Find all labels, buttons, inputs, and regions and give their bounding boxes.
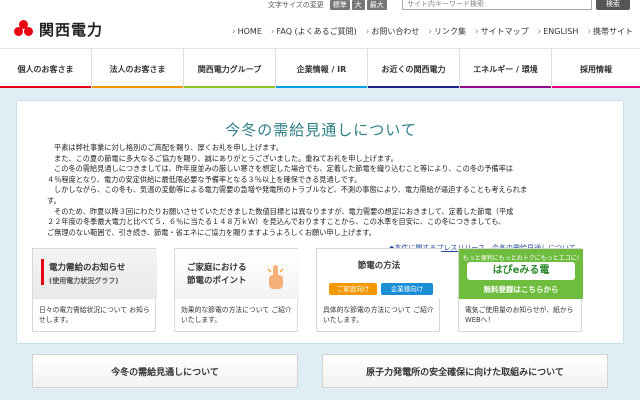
font-size-switcher: 文字サイズの変更 標準 大 最大: [268, 0, 389, 10]
search-input[interactable]: サイト内キーワード検索: [402, 0, 592, 10]
util-link-faq[interactable]: FAQ (よくあるご質問): [271, 26, 357, 37]
notice-paragraph: 平素は弊社事業に対し格別のご高配を賜り、厚くお礼を申し上げます。: [54, 143, 283, 152]
hapie-logo: はぴeみる電: [467, 262, 575, 280]
notice-paragraph: また、この夏の節電に多大なるご協力を賜り、誠にありがとうございました。重ねてお礼…: [54, 153, 398, 163]
gnav-local-office[interactable]: お近くの関西電力: [368, 49, 460, 89]
card-hapie-desc: 電気ご使用量のお知らせが、紙からWEBへ！: [465, 306, 574, 324]
gnav-energy-environment[interactable]: エネルギー / 環境: [460, 49, 552, 89]
card-power-supply-desc: 日々の電力需給状況について お知らせします。: [39, 306, 150, 324]
util-link-home[interactable]: HOME: [232, 26, 262, 37]
accent-bar: [41, 259, 44, 285]
tab-nuclear-safety[interactable]: 原子力発電所の安全確保に向けた取組みについて: [322, 354, 608, 388]
util-link-contact[interactable]: お問い合わせ: [366, 26, 419, 37]
site-logo[interactable]: 関西電力: [14, 19, 103, 40]
card-home-saving-banner[interactable]: ご家庭における 節電のポイント: [175, 249, 299, 299]
gnav-group[interactable]: 関西電力グループ: [184, 49, 276, 89]
gnav-individual[interactable]: 個人のお客さま: [0, 49, 92, 89]
util-link-links[interactable]: リンク集: [428, 26, 466, 37]
global-nav: 個人のお客さま 法人のお客さま 関西電力グループ 企業情報 / IR お近くの関…: [0, 48, 640, 89]
card-power-supply-title: 電力需給のお知らせ: [49, 263, 126, 273]
hapie-register-cta[interactable]: 無料登録はこちらから: [459, 284, 583, 295]
notice-paragraph: す。: [47, 195, 61, 205]
gnav-corporate[interactable]: 法人のお客さま: [92, 49, 184, 89]
util-link-sitemap[interactable]: サイトマップ: [475, 26, 529, 37]
card-home-saving-title-2: 節電のポイント: [187, 276, 247, 286]
notice-paragraph: ２２年度の冬季最大電力と比べて５．６％に当たる１４８万ｋＷ）を見込んでおりますこ…: [47, 217, 506, 227]
card-power-supply-banner[interactable]: 電力需給のお知らせ (使用電力状況グラフ): [33, 249, 157, 299]
gnav-careers[interactable]: 採用情報: [552, 49, 640, 89]
font-size-max-button[interactable]: 最大: [366, 0, 387, 10]
card-saving-method-title: 節電の方法: [357, 261, 401, 271]
notice-paragraph: ４％程度となり、電力の安定供給に最低限必要な予備率となる３％以上を確保できる見通…: [47, 174, 362, 184]
card-saving-method-banner: 節電の方法 ご家庭向け 企業様向け: [317, 249, 441, 299]
main-content: 今冬の需給見通しについて 平素は弊社事業に対し格別のご高配を賜り、厚くお礼を申し…: [0, 88, 640, 400]
pointing-hand-icon: [267, 263, 284, 289]
home-method-button[interactable]: ご家庭向け: [329, 283, 377, 295]
card-saving-method-desc: 具体的な節電の方法について ご紹介いたします。: [323, 306, 434, 324]
card-home-saving-desc: 効果的な節電の方法について ご紹介いたします。: [181, 306, 292, 324]
notice-title: 今冬の需給見通しについて: [225, 121, 417, 139]
notice-paragraph: しかしながら、この冬も、気温の変動等による電力需要の急増や発電所のトラブルなど、…: [54, 185, 528, 195]
notice-paragraph: この冬の需給見通しにつきましては、昨年度並みの厳しい寒さを想定した場合でも、定着…: [54, 164, 513, 174]
card-hapie-banner[interactable]: もっと便利にもっとおトクにもっとエコに! はぴeみる電 無料登録はこちらから: [459, 249, 583, 299]
util-link-english[interactable]: ENGLISH: [538, 26, 578, 37]
notice-paragraph: ご無理のない範囲で、引き続き、節電・省エネにご協力を賜りますようよろしくお願い申…: [47, 227, 376, 237]
font-size-label: 文字サイズの変更: [268, 1, 324, 9]
logo-text: 関西電力: [39, 21, 104, 39]
card-home-saving-title-1: ご家庭における: [187, 263, 247, 273]
gnav-company-ir[interactable]: 企業情報 / IR: [276, 49, 368, 89]
card-power-supply-subtitle: (使用電力状況グラフ): [49, 277, 119, 285]
search-button[interactable]: 検索: [596, 0, 630, 10]
banner-cards: 電力需給のお知らせ (使用電力状況グラフ) 日々の電力需給状況について お知らせ…: [32, 248, 608, 332]
kepco-logo-icon: [14, 19, 34, 40]
card-power-supply[interactable]: 電力需給のお知らせ (使用電力状況グラフ) 日々の電力需給状況について お知らせ…: [32, 248, 157, 332]
font-size-standard-button[interactable]: 標準: [329, 0, 350, 10]
business-method-button[interactable]: 企業様向け: [381, 283, 433, 295]
card-saving-method: 節電の方法 ご家庭向け 企業様向け 具体的な節電の方法について ご紹介いたします…: [316, 248, 441, 332]
font-size-large-button[interactable]: 大: [351, 0, 365, 10]
hapie-tagline: もっと便利にもっとおトクにもっとエコに!: [462, 255, 580, 262]
util-link-mobile[interactable]: 携帯サイト: [587, 26, 633, 37]
notice-paragraph: そのため、昨夏以降３回にわたりお願いさせていただきました数値目標とは異なりますが…: [54, 206, 514, 216]
notice-body: 平素は弊社事業に対し格別のご高配を賜り、厚くお礼を申し上げます。 また、この夏の…: [47, 143, 603, 238]
card-home-saving[interactable]: ご家庭における 節電のポイント 効果的な節電の方法について ご紹介いたします。: [174, 248, 299, 332]
card-hapie[interactable]: もっと便利にもっとおトクにもっとエコに! はぴeみる電 無料登録はこちらから 電…: [458, 248, 583, 332]
utility-nav: HOME FAQ (よくあるご質問) お問い合わせ リンク集 サイトマップ EN…: [232, 26, 640, 37]
tab-winter-outlook[interactable]: 今冬の需給見通しについて: [32, 354, 298, 388]
